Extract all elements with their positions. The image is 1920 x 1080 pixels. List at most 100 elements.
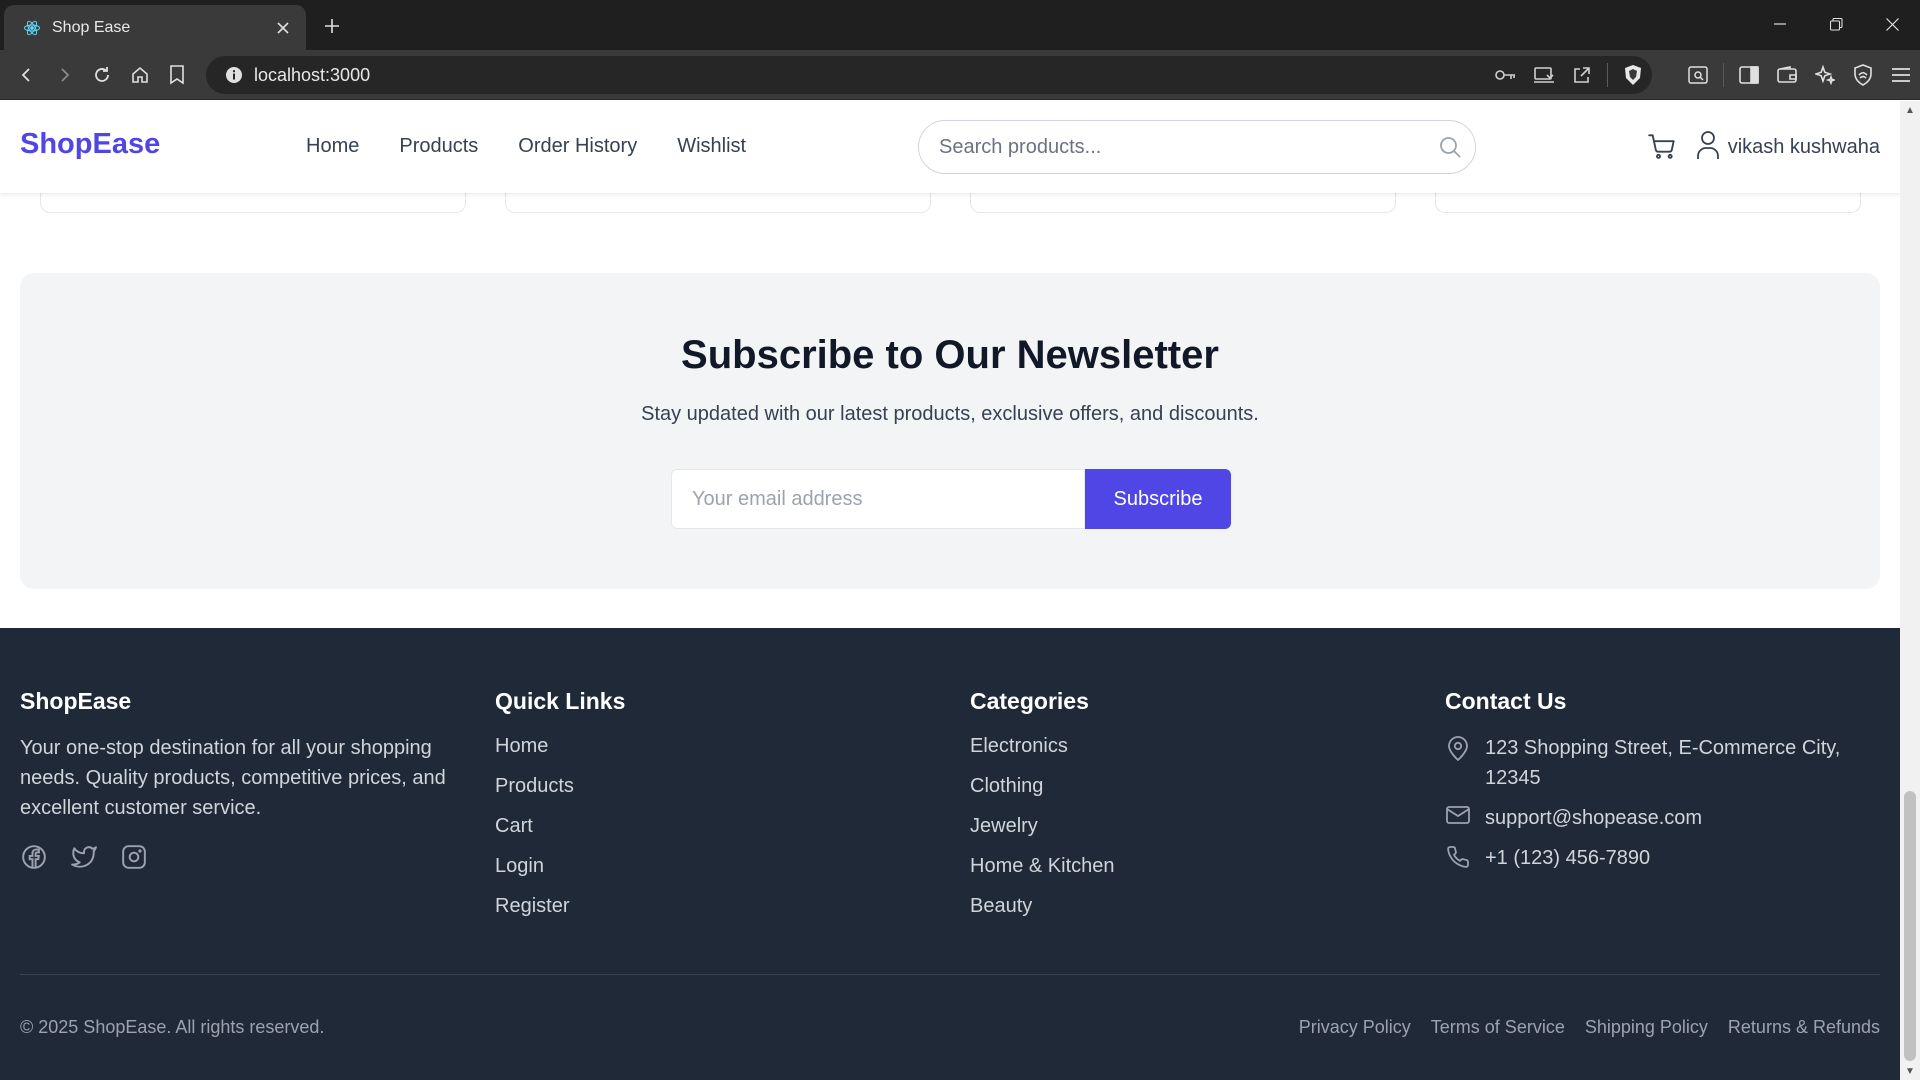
address-text: 123 Shopping Street, E-Commerce City, 12…: [1485, 737, 1841, 789]
site-header: ShopEase Home Products Order History Wis…: [0, 101, 1900, 193]
product-card[interactable]: [505, 191, 931, 213]
nav-link-wishlist[interactable]: Wishlist: [677, 135, 746, 158]
reload-icon[interactable]: [87, 60, 117, 90]
privacy-policy-link[interactable]: Privacy Policy: [1299, 1017, 1411, 1038]
password-key-icon[interactable]: [1487, 56, 1525, 94]
category-link-clothing[interactable]: Clothing: [970, 773, 1115, 813]
vpn-shield-icon[interactable]: [1844, 56, 1882, 94]
site-footer: ShopEase Your one-stop destination for a…: [0, 628, 1900, 1080]
nav-link-order-history[interactable]: Order History: [518, 135, 637, 158]
legal-links: Privacy Policy Terms of Service Shipping…: [1299, 1017, 1880, 1038]
footer-quick-links: Quick Links Home Products Cart Login Reg…: [495, 688, 625, 933]
share-icon[interactable]: [1563, 56, 1601, 94]
shipping-policy-link[interactable]: Shipping Policy: [1585, 1017, 1708, 1038]
user-menu[interactable]: vikash kushwaha: [1696, 130, 1880, 165]
site-logo[interactable]: ShopEase: [20, 128, 160, 161]
newsletter-section: Subscribe to Our Newsletter Stay updated…: [20, 273, 1880, 589]
new-tab-button[interactable]: [318, 12, 346, 40]
product-card[interactable]: [40, 191, 466, 213]
scrollbar-thumb[interactable]: [1904, 791, 1916, 1061]
cart-icon[interactable]: [1644, 129, 1680, 165]
wallet-icon[interactable]: [1768, 56, 1806, 94]
install-app-icon[interactable]: [1525, 56, 1563, 94]
leo-ai-icon[interactable]: [1806, 56, 1844, 94]
quick-links-heading: Quick Links: [495, 688, 626, 714]
browser-tab[interactable]: Shop Ease: [4, 5, 306, 50]
instagram-icon[interactable]: [120, 843, 148, 871]
user-icon: [1696, 130, 1720, 165]
category-link-beauty[interactable]: Beauty: [970, 893, 1115, 933]
newsletter-title: Subscribe to Our Newsletter: [681, 333, 1219, 377]
footer-divider: [20, 974, 1880, 975]
footer-link-register[interactable]: Register: [495, 893, 625, 933]
footer-link-login[interactable]: Login: [495, 853, 625, 893]
window-controls: [1752, 0, 1920, 50]
twitter-icon[interactable]: [70, 843, 98, 871]
search-placeholder: Search products...: [939, 135, 1102, 158]
terms-of-service-link[interactable]: Terms of Service: [1431, 1017, 1565, 1038]
forward-icon[interactable]: [49, 60, 79, 90]
copyright-text: © 2025 ShopEase. All rights reserved.: [20, 1017, 325, 1037]
contact-email: support@shopease.com: [1445, 803, 1865, 833]
restore-icon[interactable]: [1808, 0, 1864, 48]
address-bar[interactable]: localhost:3000: [206, 56, 1652, 94]
phone-icon: [1445, 843, 1471, 871]
page-scrollbar[interactable]: ▲ ▼: [1900, 101, 1920, 1080]
map-pin-icon: [1445, 733, 1471, 761]
reader-mode-icon[interactable]: [1679, 56, 1717, 94]
phone-text[interactable]: +1 (123) 456-7890: [1485, 843, 1865, 873]
header-actions: vikash kushwaha: [1644, 129, 1880, 165]
url-text[interactable]: localhost:3000: [254, 65, 370, 86]
footer-brand: ShopEase: [20, 688, 132, 714]
footer-contact: Contact Us 123 Shopping Street, E-Commer…: [1445, 688, 1865, 883]
contact-address: 123 Shopping Street, E-Commerce City, 12…: [1445, 733, 1865, 793]
separator: [1723, 63, 1724, 87]
bookmark-icon[interactable]: [162, 60, 192, 90]
browser-tab-strip: Shop Ease: [0, 0, 1920, 50]
returns-refunds-link[interactable]: Returns & Refunds: [1728, 1017, 1880, 1038]
mail-icon: [1445, 803, 1471, 831]
browser-toolbar: localhost:3000: [0, 50, 1920, 100]
product-card[interactable]: [970, 191, 1396, 213]
footer-link-cart[interactable]: Cart: [495, 813, 625, 853]
category-link-jewelry[interactable]: Jewelry: [970, 813, 1115, 853]
newsletter-form: Your email address Subscribe: [671, 469, 1231, 529]
tab-title: Shop Ease: [52, 18, 131, 36]
nav-link-products[interactable]: Products: [399, 135, 478, 158]
footer-link-products[interactable]: Products: [495, 773, 625, 813]
back-icon[interactable]: [12, 60, 42, 90]
close-window-icon[interactable]: [1864, 0, 1920, 48]
brave-shields-icon[interactable]: [1614, 56, 1652, 94]
scroll-down-icon[interactable]: ▼: [1900, 1062, 1920, 1080]
react-favicon-icon: [22, 18, 42, 38]
email-field[interactable]: Your email address: [671, 469, 1085, 529]
page-viewport: ShopEase Home Products Order History Wis…: [0, 101, 1900, 1080]
newsletter-subtitle: Stay updated with our latest products, e…: [641, 403, 1259, 425]
search-icon[interactable]: [1425, 122, 1475, 172]
footer-link-home[interactable]: Home: [495, 733, 625, 773]
footer-about-text: Your one-stop destination for all your s…: [20, 737, 446, 819]
main-nav: Home Products Order History Wishlist: [306, 135, 746, 158]
toolbar-extensions: [1679, 60, 1920, 90]
sidebar-toggle-icon[interactable]: [1730, 56, 1768, 94]
site-info-icon[interactable]: [214, 56, 254, 94]
footer-categories: Categories Electronics Clothing Jewelry …: [970, 688, 1115, 933]
product-card[interactable]: [1435, 191, 1861, 213]
category-link-electronics[interactable]: Electronics: [970, 733, 1115, 773]
social-links: [20, 843, 460, 871]
user-name: vikash kushwaha: [1727, 135, 1880, 158]
search-input[interactable]: Search products...: [918, 120, 1476, 174]
minimize-icon[interactable]: [1752, 0, 1808, 48]
separator: [1607, 63, 1608, 87]
home-icon[interactable]: [125, 60, 155, 90]
scroll-up-icon[interactable]: ▲: [1900, 101, 1920, 119]
tab-close-icon[interactable]: [272, 17, 294, 39]
categories-heading: Categories: [970, 688, 1089, 714]
contact-phone: +1 (123) 456-7890: [1445, 843, 1865, 873]
email-text[interactable]: support@shopease.com: [1485, 803, 1865, 833]
menu-icon[interactable]: [1882, 56, 1920, 94]
category-link-home-kitchen[interactable]: Home & Kitchen: [970, 853, 1115, 893]
subscribe-button[interactable]: Subscribe: [1085, 469, 1231, 529]
nav-link-home[interactable]: Home: [306, 135, 359, 158]
facebook-icon[interactable]: [20, 843, 48, 871]
